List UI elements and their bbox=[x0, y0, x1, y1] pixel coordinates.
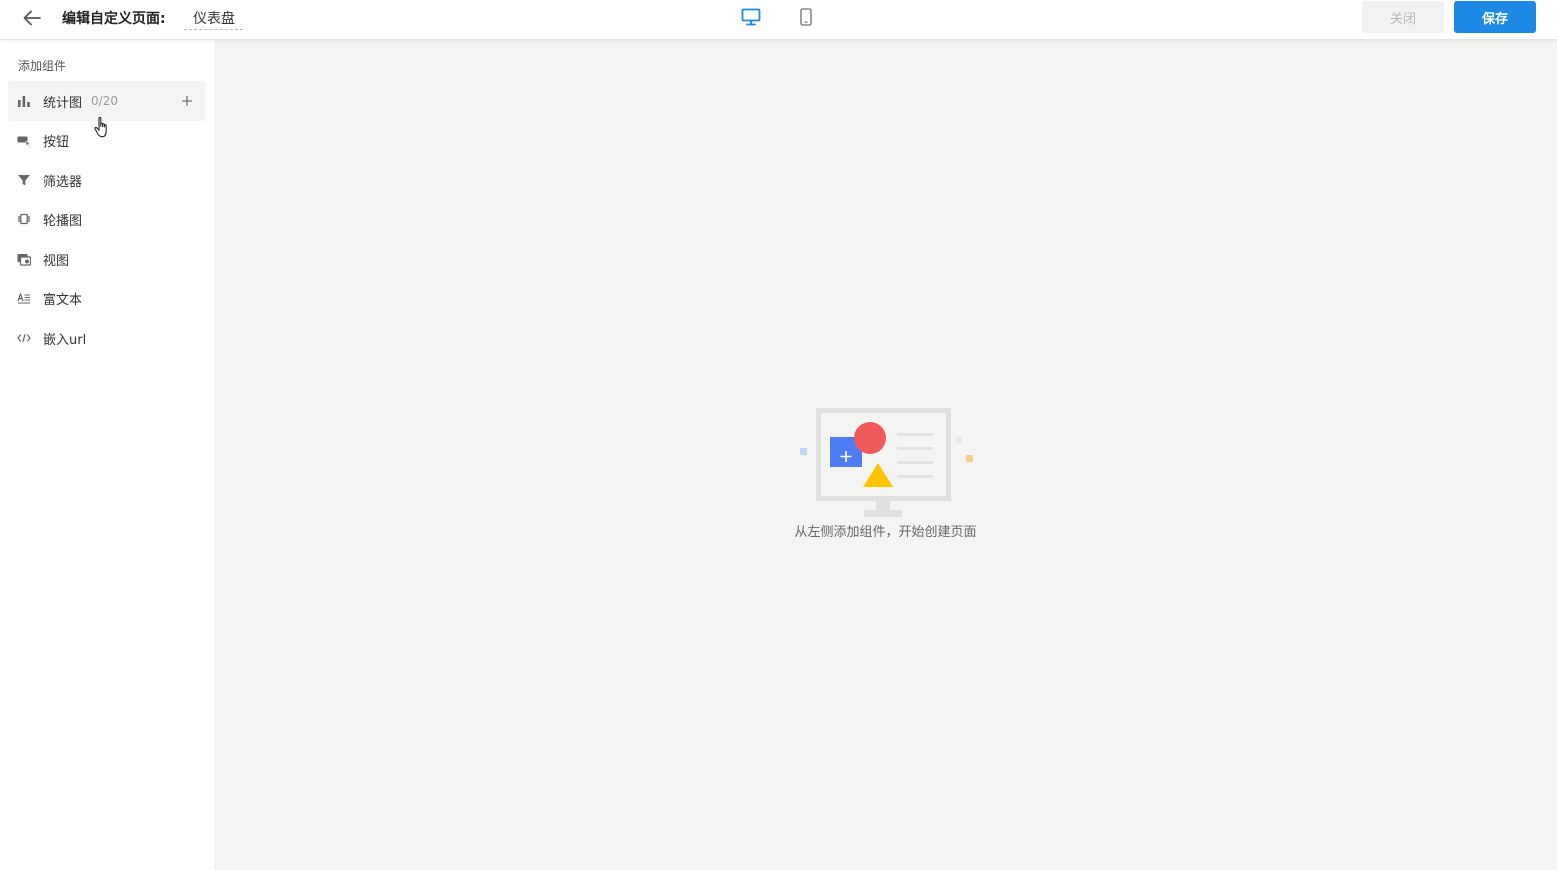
filter-icon bbox=[17, 173, 31, 187]
component-count: 0/20 bbox=[91, 94, 118, 108]
component-label: 按钮 bbox=[43, 134, 70, 150]
component-label: 筛选器 bbox=[43, 174, 83, 190]
view-icon bbox=[17, 252, 31, 266]
page-name-input[interactable]: 仪表盘 bbox=[184, 5, 243, 30]
page-canvas[interactable]: 从左侧添加组件，开始创建页面 bbox=[214, 40, 1557, 870]
component-item-chart[interactable]: 统计图 0/20 bbox=[8, 81, 205, 121]
component-label: 嵌入url bbox=[43, 332, 87, 348]
button-icon bbox=[17, 133, 31, 147]
sidebar-title: 添加组件 bbox=[18, 59, 67, 73]
editor-title-label: 编辑自定义页面: bbox=[62, 11, 166, 27]
component-label: 视图 bbox=[43, 253, 70, 269]
mobile-view-toggle[interactable] bbox=[794, 4, 818, 30]
component-label: 轮播图 bbox=[43, 213, 83, 229]
embed-code-icon bbox=[17, 331, 31, 345]
hand-pointer-cursor-icon bbox=[94, 116, 112, 144]
mobile-phone-icon bbox=[800, 8, 812, 26]
rich-text-icon bbox=[17, 291, 31, 305]
desktop-monitor-icon bbox=[741, 8, 761, 26]
plus-icon[interactable] bbox=[179, 93, 195, 109]
close-button[interactable]: 关闭 bbox=[1362, 1, 1444, 33]
back-button[interactable] bbox=[18, 4, 46, 32]
component-item-carousel[interactable]: 轮播图 bbox=[8, 199, 205, 239]
desktop-view-toggle[interactable] bbox=[738, 4, 764, 30]
component-item-view[interactable]: 视图 bbox=[8, 239, 205, 279]
arrow-left-icon bbox=[23, 10, 41, 26]
empty-canvas-hint: 从左侧添加组件，开始创建页面 bbox=[794, 525, 977, 540]
component-label: 富文本 bbox=[43, 292, 83, 308]
bar-chart-icon bbox=[17, 94, 31, 108]
top-toolbar: 编辑自定义页面: 仪表盘 关闭 保存 bbox=[0, 0, 1557, 40]
component-label: 统计图 bbox=[43, 95, 83, 111]
save-button[interactable]: 保存 bbox=[1454, 1, 1536, 33]
component-item-filter[interactable]: 筛选器 bbox=[8, 160, 205, 200]
component-item-embed-url[interactable]: 嵌入url bbox=[8, 318, 205, 358]
component-sidebar: 添加组件 统计图 0/20 按钮 筛选器 轮播图 视图 富文本 嵌入url bbox=[0, 40, 214, 870]
empty-canvas-illustration bbox=[796, 404, 976, 524]
component-item-rich-text[interactable]: 富文本 bbox=[8, 278, 205, 318]
carousel-icon bbox=[17, 212, 31, 226]
